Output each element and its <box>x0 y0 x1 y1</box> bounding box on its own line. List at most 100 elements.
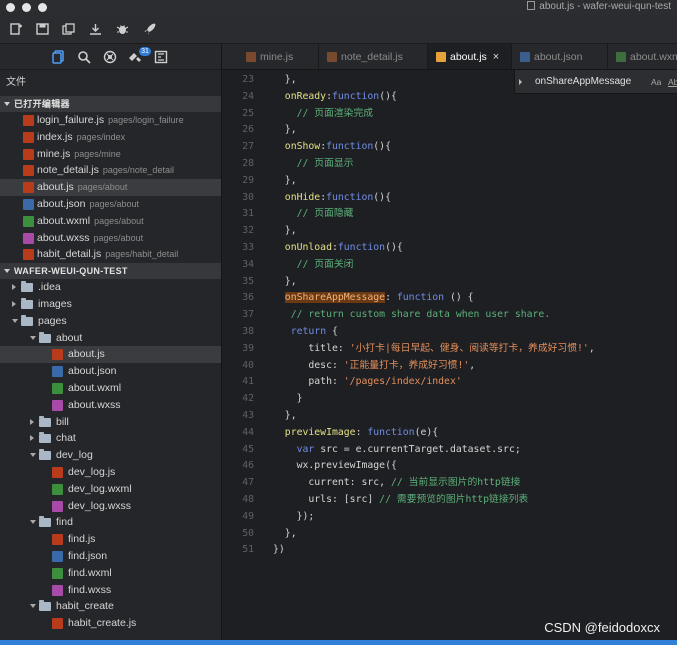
tree-file[interactable]: dev_log.wxml <box>0 481 221 498</box>
code-line: 50 }, <box>222 526 677 543</box>
tree-folder[interactable]: find <box>0 514 221 531</box>
js-file-icon <box>23 249 34 261</box>
code-token: // 页面隐藏 <box>273 208 354 220</box>
open-editor-item[interactable]: index.js pages/index <box>0 129 221 146</box>
chevron-down-icon[interactable] <box>30 604 36 609</box>
tree-file[interactable]: habit_create.js <box>0 615 221 632</box>
open-editor-item[interactable]: about.js pages/about <box>0 179 221 196</box>
open-editor-item[interactable]: about.json pages/about <box>0 196 221 213</box>
rocket-icon[interactable] <box>143 23 156 35</box>
code-editor[interactable]: 23 }, 24 onReady:function(){25 // 页面渲染完成 2… <box>222 70 677 640</box>
tree-folder[interactable]: habit_create <box>0 598 221 615</box>
find-input[interactable]: onShareAppMessage <box>535 70 631 94</box>
match-case-toggle[interactable]: Aa <box>651 70 661 94</box>
tree-file[interactable]: find.wxss <box>0 582 221 599</box>
code-token: }, <box>273 74 297 85</box>
toggle-replace-icon[interactable] <box>519 79 522 85</box>
chevron-right-icon[interactable] <box>12 284 16 291</box>
code-token: (){ <box>373 141 391 153</box>
chevron-down-icon <box>4 102 10 106</box>
tree-folder[interactable]: dev_log <box>0 447 221 464</box>
code-line: 46 wx.previewImage({ <box>222 458 677 475</box>
folder-name: chat <box>56 432 76 445</box>
code-token: , <box>469 359 476 371</box>
tree-file[interactable]: about.json <box>0 363 221 380</box>
folder-icon <box>39 432 51 444</box>
outline-icon[interactable] <box>154 50 168 64</box>
open-editor-name: login_failure.js pages/login_failure <box>37 112 184 129</box>
tree-file[interactable]: find.json <box>0 548 221 565</box>
wxml-file-icon <box>52 382 63 394</box>
open-editors-header[interactable]: 已打开编辑器 <box>0 96 221 112</box>
line-number: 36 <box>242 292 254 304</box>
code-line: 32 }, <box>222 223 677 240</box>
tree-folder[interactable]: chat <box>0 430 221 447</box>
toolbar <box>0 14 677 44</box>
open-editor-item[interactable]: mine.js pages/mine <box>0 146 221 163</box>
code-line: 48 urls: [src] // 需要预览的图片http链接列表 <box>222 492 677 509</box>
open-editors-label: 已打开编辑器 <box>14 99 70 109</box>
file-name: find.json <box>68 549 108 562</box>
tab-about-wxml[interactable]: about.wxml <box>608 44 677 69</box>
tree-file[interactable]: about.wxml <box>0 380 221 397</box>
code-token: wx.previewImage({ <box>273 460 397 472</box>
folder-icon <box>21 281 33 293</box>
debug-icon[interactable] <box>116 23 129 35</box>
chevron-down-icon[interactable] <box>12 318 18 323</box>
window-title: about.js - wafer-weui-qun-test <box>527 0 671 14</box>
tree-file[interactable]: find.wxml <box>0 565 221 582</box>
chevron-right-icon[interactable] <box>30 418 34 425</box>
tab-about-js[interactable]: about.js × <box>428 44 512 69</box>
open-editor-item[interactable]: about.wxss pages/about <box>0 230 221 247</box>
whole-word-toggle[interactable]: Ab <box>668 70 677 94</box>
sidebar: 31 文件 已打开编辑器 login_failure.js pages/login… <box>0 44 222 640</box>
tree-file[interactable]: find.js <box>0 531 221 548</box>
close-tab-icon[interactable]: × <box>493 51 499 63</box>
tree-file[interactable]: about.js <box>0 346 221 364</box>
tree-folder[interactable]: pages <box>0 313 221 330</box>
js-file-icon <box>52 618 63 630</box>
project-header[interactable]: WAFER-WEUI-QUN-TEST <box>0 263 221 280</box>
chevron-down-icon[interactable] <box>30 453 36 458</box>
chevron-right-icon[interactable] <box>12 300 16 307</box>
save-icon[interactable] <box>36 23 49 35</box>
line-number: 48 <box>242 494 254 505</box>
minimize-window-button[interactable] <box>22 3 31 12</box>
files-icon[interactable] <box>51 50 65 64</box>
search-icon[interactable] <box>77 50 91 64</box>
tree-folder[interactable]: about <box>0 330 221 347</box>
save-all-icon[interactable] <box>62 23 75 35</box>
tree-file[interactable]: dev_log.js <box>0 464 221 481</box>
extensions-badge: 31 <box>139 47 151 56</box>
open-editor-name: note_detail.js pages/note_detail <box>37 162 174 179</box>
code-token: onShareAppMessage <box>284 292 386 304</box>
tab-label: about.js <box>450 51 487 63</box>
tab-note-detail-js[interactable]: note_detail.js <box>319 44 428 69</box>
tab-label: mine.js <box>260 51 294 63</box>
open-editor-item[interactable]: habit_detail.js pages/habit_detail <box>0 246 221 263</box>
open-editor-item[interactable]: login_failure.js pages/login_failure <box>0 112 221 129</box>
code-line: 25 // 页面渲染完成 <box>222 106 677 123</box>
code-token: '小打卡|每日早起、健身、阅读等打卡，养成好习惯!' <box>349 342 589 354</box>
code-token: , <box>588 342 595 354</box>
open-editor-item[interactable]: about.wxml pages/about <box>0 213 221 230</box>
close-window-button[interactable] <box>6 3 15 12</box>
chevron-right-icon[interactable] <box>30 435 34 442</box>
line-number: 28 <box>242 158 254 169</box>
tree-folder[interactable]: bill <box>0 414 221 431</box>
tree-folder[interactable]: images <box>0 296 221 313</box>
zoom-window-button[interactable] <box>38 3 47 12</box>
tree-file[interactable]: dev_log.wxss <box>0 498 221 515</box>
file-name: about.wxss <box>37 231 90 244</box>
compile-icon[interactable] <box>89 23 102 35</box>
new-file-icon[interactable] <box>10 23 23 35</box>
tree-file[interactable]: about.wxss <box>0 397 221 414</box>
open-editor-item[interactable]: note_detail.js pages/note_detail <box>0 162 221 179</box>
tree-folder[interactable]: .idea <box>0 279 221 296</box>
tab-about-json[interactable]: about.json <box>512 44 608 69</box>
chevron-down-icon[interactable] <box>30 520 36 525</box>
js-file-icon <box>52 466 63 478</box>
tab-mine-js[interactable]: mine.js <box>238 44 319 69</box>
git-icon[interactable] <box>103 50 117 64</box>
chevron-down-icon[interactable] <box>30 335 36 340</box>
